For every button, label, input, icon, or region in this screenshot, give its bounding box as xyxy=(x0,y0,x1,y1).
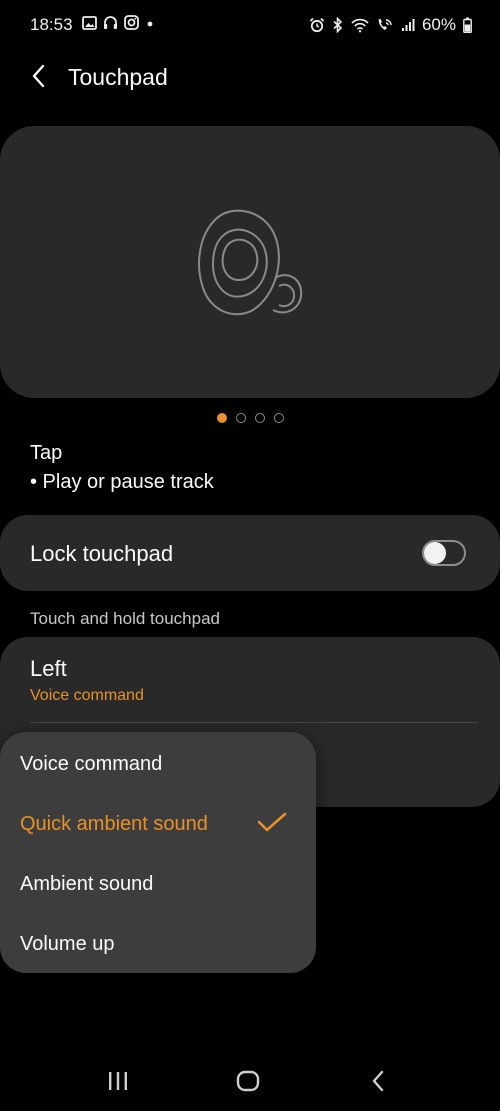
back-button[interactable] xyxy=(22,62,54,94)
toggle-knob xyxy=(424,542,446,564)
signal-icon xyxy=(401,18,415,32)
status-right: 60% xyxy=(309,15,472,35)
navigation-bar xyxy=(0,1054,500,1111)
chevron-left-icon xyxy=(31,64,45,93)
bluetooth-icon xyxy=(332,17,344,33)
menu-item-volume-up[interactable]: Volume up xyxy=(0,914,316,974)
menu-item-ambient-sound[interactable]: Ambient sound xyxy=(0,854,316,914)
wifi-calling-icon xyxy=(376,17,394,33)
headset-icon xyxy=(103,15,118,30)
page-dot[interactable] xyxy=(273,413,284,423)
instagram-icon xyxy=(124,15,139,30)
recents-icon xyxy=(107,1071,129,1096)
page-dot-active[interactable] xyxy=(216,413,227,423)
left-option-row[interactable]: Left Voice command xyxy=(0,637,500,721)
gallery-icon xyxy=(82,15,97,30)
alarm-icon xyxy=(309,17,325,33)
app-bar: Touchpad xyxy=(0,52,500,104)
lock-touchpad-label: Lock touchpad xyxy=(30,541,174,566)
page-dot[interactable] xyxy=(254,413,265,423)
status-left-icons xyxy=(82,15,155,30)
menu-item-voice-command[interactable]: Voice command xyxy=(0,734,316,794)
tap-title: Tap xyxy=(30,442,63,464)
dropdown-menu: Voice command Quick ambient sound Ambien… xyxy=(0,732,316,973)
status-time: 18:53 xyxy=(30,15,73,34)
status-bar: 18:53 60% xyxy=(0,0,500,50)
nav-back-button[interactable] xyxy=(358,1068,398,1098)
check-icon xyxy=(257,812,287,839)
wifi-icon xyxy=(351,18,369,33)
lock-touchpad-row[interactable]: Lock touchpad xyxy=(0,515,500,591)
section-header: Touch and hold touchpad xyxy=(30,609,220,628)
menu-item-label: Volume up xyxy=(20,933,115,955)
dot-icon xyxy=(145,16,155,30)
battery-icon xyxy=(463,17,472,33)
left-option-value: Voice command xyxy=(30,687,144,704)
menu-item-quick-ambient-sound[interactable]: Quick ambient sound xyxy=(0,794,316,854)
page-indicator xyxy=(0,413,500,423)
battery-text: 60% xyxy=(421,15,456,34)
earbud-icon xyxy=(195,206,305,326)
page-dot[interactable] xyxy=(235,413,246,423)
screen: 18:53 60% Touchpad Tap • Play or pause t… xyxy=(0,0,500,1111)
home-icon xyxy=(236,1070,260,1097)
menu-item-label: Quick ambient sound xyxy=(20,813,208,835)
home-button[interactable] xyxy=(228,1068,268,1098)
divider xyxy=(30,722,478,723)
menu-item-label: Ambient sound xyxy=(20,873,154,895)
back-icon xyxy=(371,1070,385,1097)
page-title: Touchpad xyxy=(68,64,168,90)
lock-touchpad-toggle[interactable] xyxy=(422,540,466,566)
left-option-title: Left xyxy=(30,656,67,681)
tap-description: • Play or pause track xyxy=(30,471,214,493)
menu-item-label: Voice command xyxy=(20,753,163,775)
illustration-card[interactable] xyxy=(0,126,500,398)
recents-button[interactable] xyxy=(98,1068,138,1098)
